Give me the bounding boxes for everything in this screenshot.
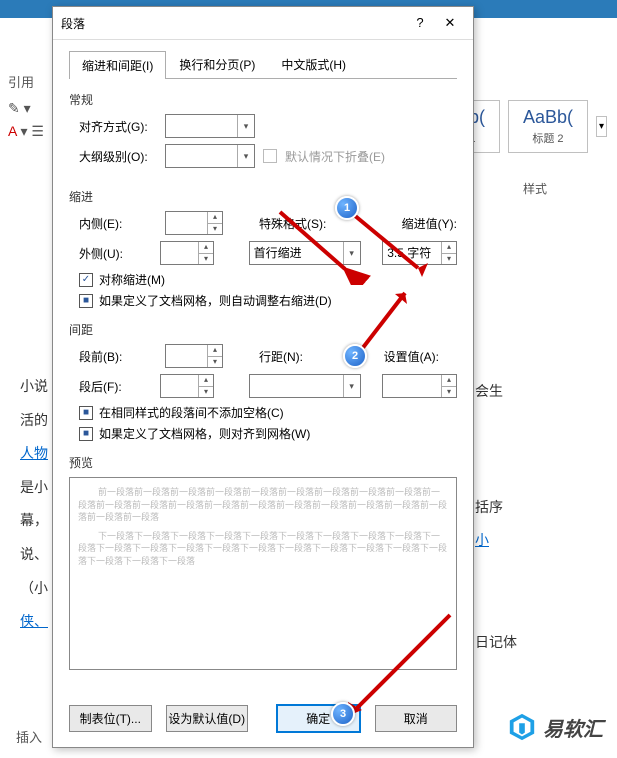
annotation-badge-2: 2 xyxy=(343,344,367,368)
line-spacing-combo[interactable]: ▾ xyxy=(249,374,361,398)
indent-by-input[interactable]: 3.5 字符▴▾ xyxy=(382,241,457,265)
at-input[interactable]: ▴▾ xyxy=(382,374,457,398)
inside-input[interactable]: ▴▾ xyxy=(165,211,223,235)
collapse-checkbox xyxy=(263,149,277,163)
styles-group-label: 样式 xyxy=(523,180,547,197)
paragraph-dialog: 段落 ? ✕ 缩进和间距(I) 换行和分页(P) 中文版式(H) 常规 对齐方式… xyxy=(52,6,474,748)
outside-label: 外侧(U): xyxy=(69,245,152,262)
spin-up-icon[interactable]: ▴ xyxy=(208,345,222,357)
dialog-footer: 制表位(T)... 设为默认值(D) 确定 取消 xyxy=(53,694,473,747)
dialog-tabs: 缩进和间距(I) 换行和分页(P) 中文版式(H) xyxy=(69,50,457,79)
chevron-down-icon: ▾ xyxy=(237,115,254,137)
section-general: 常规 xyxy=(69,91,457,108)
mirror-indent-label: 对称缩进(M) xyxy=(99,271,165,288)
cancel-button[interactable]: 取消 xyxy=(375,705,458,732)
tabs-button[interactable]: 制表位(T)... xyxy=(69,705,152,732)
grid-indent-checkbox[interactable]: ■ xyxy=(79,294,93,308)
dialog-titlebar: 段落 ? ✕ xyxy=(53,7,473,40)
spin-down-icon[interactable]: ▾ xyxy=(442,254,456,265)
grid-space-label: 如果定义了文档网格，则对齐到网格(W) xyxy=(99,425,310,442)
style-heading2[interactable]: AaBb( 标题 2 xyxy=(508,100,588,153)
no-space-checkbox[interactable]: ■ xyxy=(79,406,93,420)
ribbon-tab[interactable]: 引用 xyxy=(8,72,34,91)
section-spacing: 间距 xyxy=(69,321,457,338)
chevron-down-icon: ▾ xyxy=(343,242,360,264)
spin-up-icon[interactable]: ▴ xyxy=(208,212,222,224)
spin-up-icon[interactable]: ▴ xyxy=(199,242,213,254)
before-input[interactable]: ▴▾ xyxy=(165,344,223,368)
hexagon-icon xyxy=(507,712,537,742)
outline-combo[interactable]: ▾ xyxy=(165,144,255,168)
alignment-label: 对齐方式(G): xyxy=(69,118,157,135)
section-preview: 预览 xyxy=(69,454,457,471)
preview-box: 前一段落前一段落前一段落前一段落前一段落前一段落前一段落前一段落前一段落前一段落… xyxy=(69,477,457,670)
spin-down-icon[interactable]: ▾ xyxy=(199,254,213,265)
annotation-badge-1: 1 xyxy=(335,196,359,220)
icon-row: ✎ ▾ xyxy=(8,100,44,117)
style-sample: AaBb( xyxy=(519,107,577,128)
no-space-label: 在相同样式的段落间不添加空格(C) xyxy=(99,404,284,421)
spin-up-icon[interactable]: ▴ xyxy=(442,242,456,254)
collapse-label: 默认情况下折叠(E) xyxy=(285,148,385,165)
spin-up-icon[interactable]: ▴ xyxy=(199,375,213,387)
close-button[interactable]: ✕ xyxy=(435,13,465,33)
help-button[interactable]: ? xyxy=(405,13,435,33)
inside-label: 内侧(E): xyxy=(69,215,157,232)
spin-down-icon[interactable]: ▾ xyxy=(208,224,222,235)
mirror-indent-checkbox[interactable]: ✓ xyxy=(79,273,93,287)
grid-indent-label: 如果定义了文档网格，则自动调整右缩进(D) xyxy=(99,292,332,309)
annotation-badge-3: 3 xyxy=(331,702,355,726)
outside-input[interactable]: ▴▾ xyxy=(160,241,214,265)
after-label: 段后(F): xyxy=(69,378,152,395)
section-indent: 缩进 xyxy=(69,188,457,205)
style-label: 标题 2 xyxy=(519,130,577,146)
at-label: 设置值(A): xyxy=(384,348,439,365)
set-default-button[interactable]: 设为默认值(D) xyxy=(166,705,249,732)
before-label: 段前(B): xyxy=(69,348,157,365)
special-label: 特殊格式(S): xyxy=(259,215,326,232)
document-text-right: 会生 括序 小 日记体 xyxy=(475,375,517,659)
grid-space-checkbox[interactable]: ■ xyxy=(79,427,93,441)
after-input[interactable]: ▴▾ xyxy=(160,374,214,398)
tab-indent-spacing[interactable]: 缩进和间距(I) xyxy=(69,51,166,79)
dialog-title: 段落 xyxy=(61,15,405,32)
tab-line-page-breaks[interactable]: 换行和分页(P) xyxy=(166,50,268,78)
styles-more[interactable]: ▾ xyxy=(596,116,607,137)
ribbon-tools: ✎ ▾ A ▾ ☰ xyxy=(8,100,44,140)
outline-label: 大纲级别(O): xyxy=(69,148,157,165)
spin-down-icon[interactable]: ▾ xyxy=(208,357,222,368)
special-format-combo[interactable]: 首行缩进▾ xyxy=(249,241,361,265)
chevron-down-icon: ▾ xyxy=(343,375,360,397)
spin-down-icon[interactable]: ▾ xyxy=(442,387,456,398)
icon-row: A ▾ ☰ xyxy=(8,123,44,140)
line-spacing-label: 行距(N): xyxy=(259,348,303,365)
statusbar-insert: 插入 xyxy=(16,727,42,746)
spin-up-icon[interactable]: ▴ xyxy=(442,375,456,387)
tab-asian-typography[interactable]: 中文版式(H) xyxy=(268,50,359,78)
indent-by-label: 缩进值(Y): xyxy=(402,215,457,232)
watermark-logo: 易软汇 xyxy=(507,712,603,742)
spin-down-icon[interactable]: ▾ xyxy=(199,387,213,398)
chevron-down-icon: ▾ xyxy=(237,145,254,167)
alignment-combo[interactable]: ▾ xyxy=(165,114,255,138)
